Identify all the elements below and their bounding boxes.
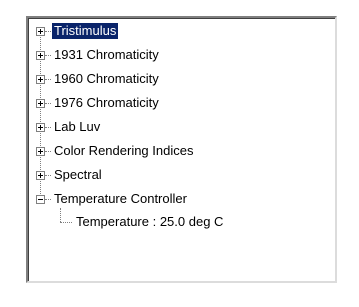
tree-item-color-rendering-indices[interactable]: Color Rendering Indices — [28, 142, 328, 160]
tree-item-label[interactable]: Lab Luv — [52, 119, 102, 135]
tree-item-label[interactable]: 1960 Chromaticity — [52, 71, 161, 87]
tree-connector — [45, 199, 51, 200]
tree-item-label[interactable]: Temperature : 25.0 deg C — [74, 214, 225, 230]
expand-plus-icon[interactable] — [36, 99, 45, 108]
collapse-minus-icon[interactable] — [36, 195, 45, 204]
expand-plus-icon[interactable] — [36, 123, 45, 132]
tree-connector — [60, 222, 72, 223]
tree-connector — [45, 31, 51, 32]
tree-connector — [45, 55, 51, 56]
expand-plus-icon[interactable] — [36, 171, 45, 180]
tree-connector — [45, 103, 51, 104]
tree-dialog: Tristimulus 1931 Chromaticity 1960 Chrom… — [0, 0, 359, 307]
tree-item-label[interactable]: 1931 Chromaticity — [52, 47, 161, 63]
expand-plus-icon[interactable] — [36, 75, 45, 84]
tree-item-lab-luv[interactable]: Lab Luv — [28, 118, 328, 136]
tree-item-label[interactable]: Temperature Controller — [52, 191, 189, 207]
tree-item-label[interactable]: Spectral — [52, 167, 104, 183]
tree-item-1931-chromaticity[interactable]: 1931 Chromaticity — [28, 46, 328, 64]
tree-view[interactable]: Tristimulus 1931 Chromaticity 1960 Chrom… — [26, 16, 337, 283]
tree-item-temperature-value[interactable]: Temperature : 25.0 deg C — [28, 213, 328, 231]
tree-item-temperature-controller[interactable]: Temperature Controller — [28, 190, 328, 208]
tree-content: Tristimulus 1931 Chromaticity 1960 Chrom… — [28, 18, 335, 281]
tree-item-label[interactable]: Color Rendering Indices — [52, 143, 195, 159]
tree-connector — [45, 127, 51, 128]
tree-connector — [45, 151, 51, 152]
expand-plus-icon[interactable] — [36, 51, 45, 60]
tree-connector — [45, 175, 51, 176]
tree-item-1976-chromaticity[interactable]: 1976 Chromaticity — [28, 94, 328, 112]
expand-plus-icon[interactable] — [36, 27, 45, 36]
tree-item-1960-chromaticity[interactable]: 1960 Chromaticity — [28, 70, 328, 88]
tree-connector — [45, 79, 51, 80]
tree-item-tristimulus[interactable]: Tristimulus — [28, 22, 328, 40]
tree-item-label[interactable]: 1976 Chromaticity — [52, 95, 161, 111]
expand-plus-icon[interactable] — [36, 147, 45, 156]
tree-item-spectral[interactable]: Spectral — [28, 166, 328, 184]
tree-item-label[interactable]: Tristimulus — [50, 22, 120, 40]
